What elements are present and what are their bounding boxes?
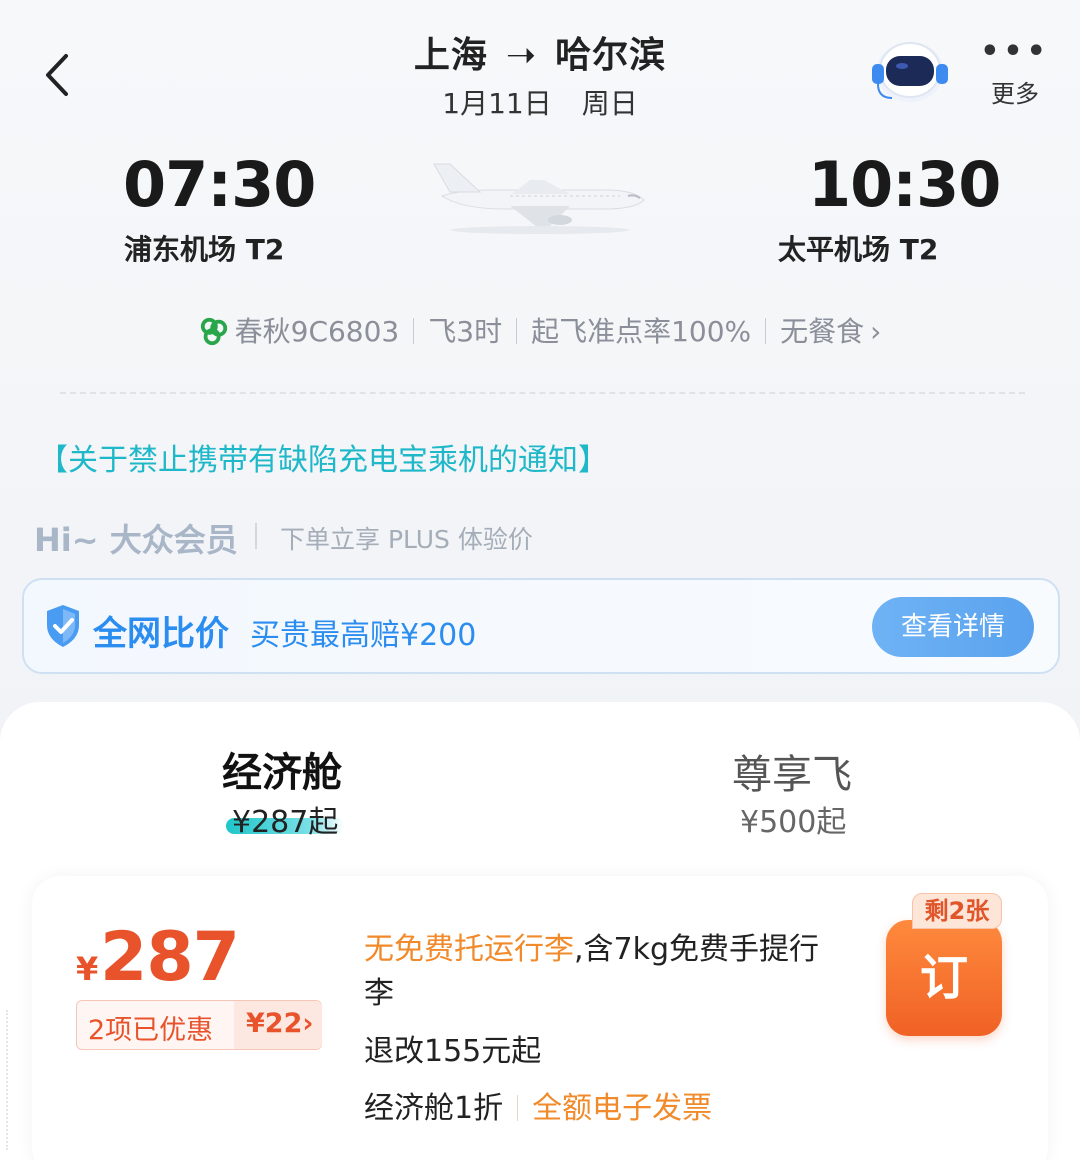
- departure-airport: 浦东机场 T2: [124, 233, 285, 266]
- date-text: 1月11日: [442, 87, 552, 120]
- more-button[interactable]: ••• 更多: [980, 34, 1050, 109]
- divider: [517, 1095, 519, 1121]
- meal-info: 无餐食: [780, 315, 865, 348]
- compare-desc: 买贵最高赔¥200: [250, 618, 477, 653]
- departure-time: 07:30: [123, 148, 316, 221]
- tab-economy-price[interactable]: ¥287起: [232, 797, 338, 841]
- more-dots-icon: •••: [980, 34, 1050, 69]
- divider: [765, 318, 767, 344]
- tab-premium[interactable]: 尊享飞: [732, 742, 852, 800]
- member-benefit: 下单立享 PLUS 体验价: [280, 525, 533, 554]
- destination-city: 哈尔滨: [555, 35, 667, 76]
- view-details-button[interactable]: 查看详情: [872, 597, 1034, 657]
- arrival-airport: 太平机场 T2: [778, 233, 939, 266]
- scroll-indicator: [6, 1010, 10, 1150]
- fare-price: 287: [100, 918, 240, 997]
- cabin-discount: 经济舱1折: [364, 1091, 504, 1126]
- chevron-right-icon: ›: [870, 315, 882, 348]
- flight-info-line[interactable]: 春秋9C6803 飞3时 起飞准点率100% 无餐食 ›: [0, 310, 1080, 353]
- divider: [413, 318, 415, 344]
- airline-logo-icon: [199, 316, 229, 353]
- dashed-divider: [60, 392, 1025, 394]
- cabin-discount-line: 经济舱1折 全额电子发票: [364, 1083, 712, 1127]
- tab-premium-price[interactable]: ¥500起: [740, 797, 846, 841]
- weekday-text: 周日: [581, 87, 638, 120]
- refund-change-info: 退改155元起: [364, 1034, 542, 1069]
- divider: [255, 523, 257, 549]
- remaining-tickets-badge: 剩2张: [912, 893, 1002, 929]
- notice-link[interactable]: 【关于禁止携带有缺陷充电宝乘机的通知】: [38, 435, 608, 479]
- divider: [516, 318, 518, 344]
- airplane-icon: [420, 150, 660, 240]
- book-button[interactable]: 订: [886, 920, 1002, 1036]
- airline-flight-number: 春秋9C6803: [234, 315, 400, 348]
- tab-economy[interactable]: 经济舱: [222, 740, 342, 798]
- baggage-highlight: 无免费托运行李: [364, 932, 574, 967]
- invoice-info: 全额电子发票: [532, 1091, 713, 1126]
- arrival-time: 10:30: [808, 148, 1001, 221]
- assistant-avatar-icon[interactable]: [868, 34, 952, 106]
- origin-city: 上海: [413, 35, 488, 76]
- route-arrow-icon: ➝: [505, 35, 538, 76]
- fare-currency: ¥: [76, 950, 99, 988]
- discount-amount: ¥22›: [246, 1008, 314, 1039]
- shield-check-icon: [44, 603, 82, 649]
- discount-label: 2项已优惠: [88, 1015, 214, 1046]
- baggage-info: 无免费托运行李,含7kg免费手提行李: [364, 928, 834, 1016]
- more-label: 更多: [991, 80, 1039, 108]
- on-time-rate: 起飞准点率100%: [531, 315, 752, 348]
- member-greeting: Hi~ 大众会员: [34, 521, 238, 559]
- compare-title: 全网比价: [93, 614, 229, 654]
- flight-duration: 飞3时: [428, 315, 503, 348]
